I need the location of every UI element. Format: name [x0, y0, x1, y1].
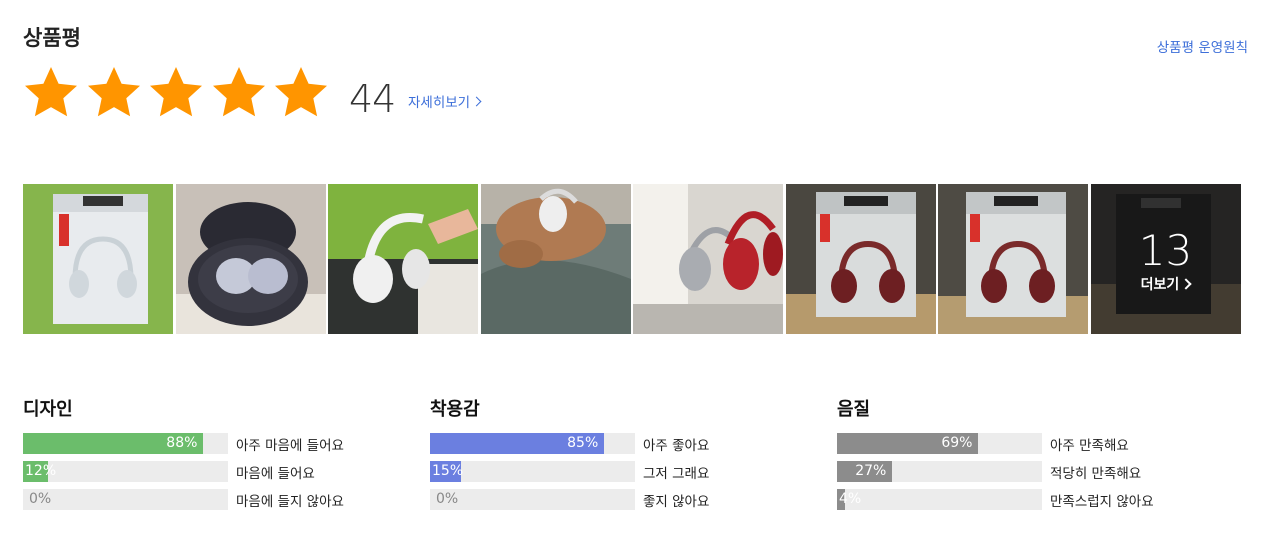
review-photo[interactable] — [633, 184, 783, 334]
star-rating — [22, 64, 335, 122]
rating-percent: 69% — [941, 435, 973, 451]
detail-link-label: 자세히보기 — [408, 95, 471, 111]
star-icon — [147, 64, 205, 122]
chevron-right-icon — [1180, 278, 1192, 290]
rating-option-label: 좋지 않아요 — [643, 493, 710, 510]
rating-bar: 4% — [837, 489, 1042, 510]
category-title: 음질 — [837, 399, 871, 420]
category-title: 디자인 — [23, 399, 73, 420]
chevron-right-icon — [471, 96, 482, 106]
rating-bar: 0% — [23, 489, 228, 510]
rating-percent: 0% — [29, 491, 52, 507]
rating-row: 12% 마음에 들어요 — [23, 461, 423, 482]
rating-option-label: 적당히 만족해요 — [1050, 465, 1142, 482]
rating-row: 0% 마음에 들지 않아요 — [23, 489, 423, 510]
category-fit: 착용감 85% 아주 좋아요 15% 그저 그래요 0% 좋지 않아요 — [430, 395, 830, 517]
rating-option-label: 만족스럽지 않아요 — [1050, 493, 1154, 510]
more-photos-label: 더보기 — [1140, 274, 1192, 294]
more-photos-button[interactable]: 13 더보기 — [1090, 184, 1241, 334]
rating-percent: 0% — [436, 491, 459, 507]
rating-bar: 88% — [23, 433, 228, 454]
rating-row: 27% 적당히 만족해요 — [837, 461, 1237, 482]
rating-percent: 4% — [839, 491, 862, 507]
rating-option-label: 아주 만족해요 — [1050, 437, 1129, 454]
rating-row: 69% 아주 만족해요 — [837, 433, 1237, 454]
rating-percent: 88% — [166, 435, 198, 451]
review-photo[interactable] — [328, 184, 478, 334]
rating-row: 88% 아주 마음에 들어요 — [23, 433, 423, 454]
category-title: 착용감 — [430, 399, 480, 420]
rating-row: 4% 만족스럽지 않아요 — [837, 489, 1237, 510]
rating-bar: 69% — [837, 433, 1042, 454]
review-photo[interactable] — [23, 184, 173, 334]
rating-bar: 12% — [23, 461, 228, 482]
review-photo[interactable] — [785, 184, 936, 334]
review-policy-link[interactable]: 상품평 운영원칙 — [1157, 36, 1248, 56]
rating-percent: 85% — [567, 435, 599, 451]
rating-bar: 0% — [430, 489, 635, 510]
rating-percent: 12% — [25, 463, 57, 479]
more-label-text: 더보기 — [1140, 277, 1180, 293]
detail-link[interactable]: 자세히보기 — [408, 91, 482, 111]
rating-option-label: 마음에 들어요 — [236, 465, 315, 482]
rating-option-label: 아주 좋아요 — [643, 437, 710, 454]
category-sound: 음질 69% 아주 만족해요 27% 적당히 만족해요 4% 만족스럽지 않아요 — [837, 395, 1237, 517]
review-photo-strip: 13 더보기 — [23, 184, 1243, 334]
rating-row: 85% 아주 좋아요 — [430, 433, 830, 454]
review-photo[interactable] — [480, 184, 631, 334]
reviews-title: 상품평 — [23, 26, 81, 50]
rating-bar: 15% — [430, 461, 635, 482]
category-design: 디자인 88% 아주 마음에 들어요 12% 마음에 들어요 0% 마음에 들지… — [23, 395, 423, 517]
rating-option-label: 아주 마음에 들어요 — [236, 437, 344, 454]
more-photos-count: 13 — [1138, 226, 1193, 275]
star-icon — [22, 64, 80, 122]
rating-option-label: 그저 그래요 — [643, 465, 710, 482]
rating-percent: 15% — [432, 463, 464, 479]
rating-row: 0% 좋지 않아요 — [430, 489, 830, 510]
star-icon — [85, 64, 143, 122]
review-photo[interactable] — [938, 184, 1088, 334]
rating-option-label: 마음에 들지 않아요 — [236, 493, 344, 510]
star-icon — [272, 64, 330, 122]
rating-row: 15% 그저 그래요 — [430, 461, 830, 482]
review-photo[interactable] — [175, 184, 326, 334]
rating-bar: 85% — [430, 433, 635, 454]
rating-percent: 27% — [855, 463, 887, 479]
star-icon — [210, 64, 268, 122]
review-count: 44 — [349, 77, 396, 121]
more-photos-overlay: 13 더보기 — [1090, 184, 1241, 334]
rating-bar: 27% — [837, 461, 1042, 482]
